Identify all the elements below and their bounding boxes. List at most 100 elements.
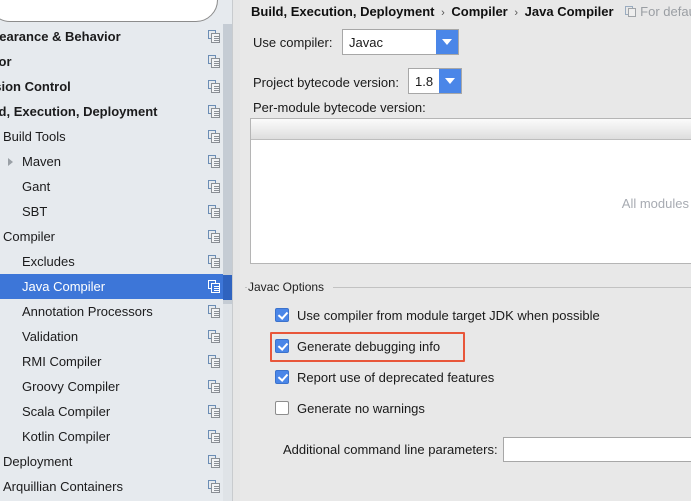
chevron-down-icon[interactable] xyxy=(436,30,458,54)
sidebar-item-excludes[interactable]: Excludes xyxy=(0,249,232,274)
chevron-right-icon[interactable] xyxy=(8,158,13,166)
copy-icon[interactable] xyxy=(208,380,221,393)
sidebar-item-label: Kotlin Compiler xyxy=(22,429,111,444)
copy-icon[interactable] xyxy=(208,105,221,118)
breadcrumb-segment-build[interactable]: Build, Execution, Deployment xyxy=(251,4,434,19)
copy-icon[interactable] xyxy=(208,55,221,68)
copy-icon[interactable] xyxy=(208,280,221,293)
javac-options-title: Javac Options xyxy=(248,280,330,294)
sidebar-item-validation[interactable]: Validation xyxy=(0,324,232,349)
copy-icon[interactable] xyxy=(208,205,221,218)
table-body[interactable]: All modules xyxy=(251,140,691,263)
checkbox-generate-no-warnings[interactable] xyxy=(275,401,289,415)
breadcrumb-segment-java-compiler[interactable]: Java Compiler xyxy=(525,4,614,19)
sidebar-item-build-execution-deployment[interactable]: Build, Execution, Deployment xyxy=(0,99,232,124)
group-border-top xyxy=(333,287,691,288)
copy-icon[interactable] xyxy=(208,80,221,93)
search-input[interactable] xyxy=(3,0,197,9)
sidebar-item-scala-compiler[interactable]: Scala Compiler xyxy=(0,399,232,424)
all-modules-placeholder: All modules xyxy=(621,196,689,211)
copy-icon[interactable] xyxy=(208,330,221,343)
sidebar-scrollbar-thumb-overlap[interactable] xyxy=(223,275,232,300)
use-compiler-value: Javac xyxy=(349,34,383,50)
checkbox-row-generate-no-warnings[interactable]: Generate no warnings xyxy=(275,399,425,417)
per-module-bytecode-table[interactable]: All modules xyxy=(250,118,691,264)
sidebar-item-label: Appearance & Behavior xyxy=(0,29,121,44)
breadcrumb-scope-note: For default xyxy=(625,4,691,19)
sidebar-item-label: Excludes xyxy=(22,254,75,269)
copy-icon[interactable] xyxy=(208,230,221,243)
checkbox-report-use-of-deprecated-features[interactable] xyxy=(275,370,289,384)
breadcrumb-scope-note-label: For default xyxy=(640,4,691,19)
copy-icon[interactable] xyxy=(208,130,221,143)
table-header xyxy=(251,119,691,140)
javac-options-group: Javac Options Use compiler from module t… xyxy=(245,280,691,501)
per-module-bytecode-label: Per-module bytecode version: xyxy=(253,100,426,115)
group-border-left xyxy=(245,287,247,288)
copy-icon[interactable] xyxy=(208,155,221,168)
checkbox-label: Report use of deprecated features xyxy=(297,369,495,385)
project-bytecode-combobox[interactable]: 1.8 xyxy=(408,68,462,94)
settings-tree[interactable]: Appearance & Behavior Editor Version Contr… xyxy=(0,24,232,501)
sidebar-item-label: Annotation Processors xyxy=(22,304,153,319)
sidebar-item-sbt[interactable]: SBT xyxy=(0,199,232,224)
copy-icon[interactable] xyxy=(208,180,221,193)
copy-icon[interactable] xyxy=(208,430,221,443)
sidebar-item-editor[interactable]: Editor xyxy=(0,49,232,74)
sidebar-item-kotlin-compiler[interactable]: Kotlin Compiler xyxy=(0,424,232,449)
search-field-container[interactable] xyxy=(0,0,218,22)
sidebar-item-label: SBT xyxy=(22,204,48,219)
sidebar-item-rmi-compiler[interactable]: RMI Compiler xyxy=(0,349,232,374)
chevron-down-icon[interactable] xyxy=(439,69,461,93)
sidebar-item-label: Version Control xyxy=(0,79,71,94)
copy-icon[interactable] xyxy=(208,480,221,493)
breadcrumb-segment-compiler[interactable]: Compiler xyxy=(451,4,507,19)
use-compiler-label: Use compiler: xyxy=(253,35,333,50)
sidebar-item-java-compiler[interactable]: Java Compiler xyxy=(0,274,232,299)
copy-icon[interactable] xyxy=(208,355,221,368)
panel-divider[interactable] xyxy=(232,0,240,501)
additional-params-input[interactable] xyxy=(503,437,691,462)
checkbox-generate-debugging-info[interactable] xyxy=(275,339,289,353)
copy-icon xyxy=(625,6,637,18)
sidebar-item-maven[interactable]: Maven xyxy=(0,149,232,174)
sidebar-item-label: RMI Compiler xyxy=(22,354,102,369)
use-compiler-combobox[interactable]: Javac xyxy=(342,29,459,55)
additional-params-label: Additional command line parameters: xyxy=(283,442,498,457)
sidebar-item-label: Editor xyxy=(0,54,12,69)
sidebar-item-label: Validation xyxy=(22,329,79,344)
checkbox-row-report-use-of-deprecated-features[interactable]: Report use of deprecated features xyxy=(275,368,494,386)
sidebar-item-label: Build Tools xyxy=(3,129,66,144)
breadcrumb: Build, Execution, Deployment › Compiler … xyxy=(251,3,691,21)
sidebar-item-build-tools[interactable]: Build Tools xyxy=(0,124,232,149)
sidebar-item-deployment[interactable]: Deployment xyxy=(0,449,232,474)
settings-sidebar: Appearance & Behavior Editor Version Contr… xyxy=(0,0,232,501)
project-bytecode-value: 1.8 xyxy=(415,73,434,89)
sidebar-item-gant[interactable]: Gant xyxy=(0,174,232,199)
copy-icon[interactable] xyxy=(208,30,221,43)
sidebar-item-label: Build, Execution, Deployment xyxy=(0,104,158,119)
sidebar-item-label: Compiler xyxy=(3,229,56,244)
sidebar-item-arquillian-containers[interactable]: Arquillian Containers xyxy=(0,474,232,499)
sidebar-item-compiler[interactable]: Compiler xyxy=(0,224,232,249)
sidebar-item-label: Deployment xyxy=(3,454,73,469)
sidebar-item-label: Java Compiler xyxy=(22,279,106,294)
copy-icon[interactable] xyxy=(208,255,221,268)
sidebar-item-appearance-behavior[interactable]: Appearance & Behavior xyxy=(0,24,232,49)
sidebar-item-annotation-processors[interactable]: Annotation Processors xyxy=(0,299,232,324)
sidebar-item-label: Maven xyxy=(22,154,62,169)
copy-icon[interactable] xyxy=(208,455,221,468)
sidebar-item-label: Scala Compiler xyxy=(22,404,111,419)
sidebar-item-version-control[interactable]: Version Control xyxy=(0,74,232,99)
sidebar-item-label: Gant xyxy=(22,179,51,194)
checkbox-use-compiler-from-module-target-jdk-when-possible[interactable] xyxy=(275,308,289,322)
settings-dialog: Appearance & Behavior Editor Version Contr… xyxy=(0,0,691,501)
checkbox-label: Generate debugging info xyxy=(297,338,441,354)
checkbox-label: Generate no warnings xyxy=(297,400,425,416)
checkbox-row-use-compiler-from-module-target-jdk-when-possible[interactable]: Use compiler from module target JDK when… xyxy=(275,306,600,324)
copy-icon[interactable] xyxy=(208,405,221,418)
copy-icon[interactable] xyxy=(208,305,221,318)
checkbox-row-generate-debugging-info[interactable]: Generate debugging info xyxy=(275,337,440,355)
sidebar-item-groovy-compiler[interactable]: Groovy Compiler xyxy=(0,374,232,399)
sidebar-scrollbar-thumb[interactable] xyxy=(223,24,232,304)
